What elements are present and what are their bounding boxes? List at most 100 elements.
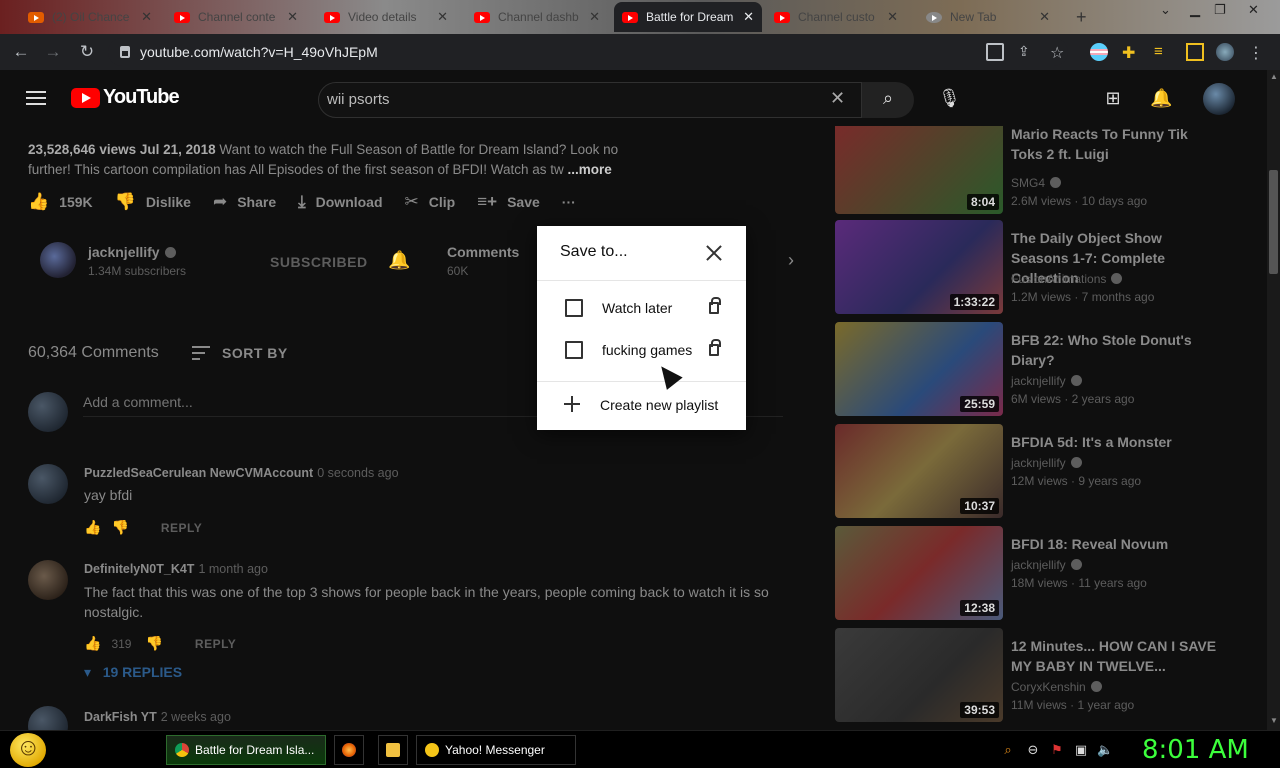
search-button[interactable]: ⌕	[862, 82, 914, 118]
related-video[interactable]: 39:53 12 Minutes... HOW CAN I SAVE MY BA…	[835, 628, 1265, 724]
youtube-logo-text[interactable]: YouTube	[103, 86, 180, 109]
checkbox[interactable]	[565, 341, 583, 359]
related-video[interactable]: 10:37 BFDIA 5d: It's a Monster jacknjell…	[835, 424, 1265, 520]
tab-close-icon[interactable]: ✕	[589, 9, 600, 25]
comment-dislike-icon[interactable]: 👎	[111, 519, 128, 536]
extension-flag-icon[interactable]	[1090, 43, 1108, 61]
sort-by-button[interactable]: SORT BY	[222, 345, 288, 361]
video-channel[interactable]: jacknjellify	[1011, 558, 1082, 572]
browser-tab-active[interactable]: Battle for Dream ✕	[614, 2, 762, 32]
side-panel-icon[interactable]	[1186, 43, 1204, 61]
comment-author[interactable]: DarkFish YT 2 weeks ago	[84, 710, 231, 724]
comment-dislike-icon[interactable]: 👎	[145, 635, 162, 652]
profile-avatar[interactable]	[1216, 43, 1234, 61]
volume-icon[interactable]: 🔈	[1097, 742, 1113, 758]
display-tray-icon[interactable]: ▣	[1073, 742, 1089, 758]
extensions-puzzle-icon[interactable]: ✚	[1122, 43, 1140, 62]
channel-name[interactable]: jacknjellify	[88, 244, 176, 260]
window-close-icon[interactable]: ✕	[1248, 2, 1259, 18]
new-tab-button[interactable]: +	[1068, 2, 1098, 32]
browser-tab[interactable]: Channel dashb ✕	[466, 2, 608, 32]
clip-button[interactable]: ✂ Clip	[405, 192, 456, 212]
page-scrollbar[interactable]: ▲ ▼	[1267, 70, 1280, 730]
scroll-up-arrow-icon[interactable]: ▲	[1270, 72, 1278, 81]
reading-list-icon[interactable]: ≡	[1154, 43, 1172, 61]
taskbar-item-explorer[interactable]	[378, 735, 408, 765]
browser-tab[interactable]: New Tab ✕	[918, 2, 1058, 32]
description-more-link[interactable]: ...more	[568, 162, 612, 177]
video-thumbnail[interactable]: 12:38	[835, 526, 1003, 620]
status-tray-icon[interactable]: ⊖	[1025, 742, 1041, 758]
browser-tab[interactable]: (2) Oil Chance ✕	[20, 2, 160, 32]
video-title[interactable]: BFDI 18: Reveal Novum	[1011, 534, 1221, 554]
comment-author[interactable]: DefinitelyN0T_K4T 1 month ago	[84, 562, 268, 576]
video-channel[interactable]: FusionAnimations	[1011, 272, 1123, 286]
save-button[interactable]: ≡+ Save	[477, 192, 540, 212]
comments-chip-label[interactable]: Comments	[447, 244, 519, 260]
video-description[interactable]: 23,528,646 views Jul 21, 2018 Want to wa…	[28, 140, 648, 180]
search-box[interactable]	[318, 82, 862, 118]
video-thumbnail[interactable]: 25:59	[835, 322, 1003, 416]
address-bar[interactable]: youtube.com/watch?v=H_49oVhJEpM	[108, 38, 1068, 66]
start-button[interactable]	[10, 733, 46, 767]
account-avatar[interactable]	[1203, 83, 1235, 115]
video-channel[interactable]: jacknjellify	[1011, 374, 1082, 388]
taskbar-item-yahoo-messenger[interactable]: Yahoo! Messenger	[416, 735, 576, 765]
video-title[interactable]: 12 Minutes... HOW CAN I SAVE MY BABY IN …	[1011, 636, 1221, 676]
video-thumbnail[interactable]: 1:33:22	[835, 220, 1003, 314]
related-video[interactable]: 1:33:22 The Daily Object Show Seasons 1-…	[835, 220, 1265, 316]
channel-avatar[interactable]	[40, 242, 76, 278]
search-clear-icon[interactable]: ✕	[830, 88, 845, 109]
restore-icon[interactable]: ❐	[1214, 2, 1226, 18]
tab-close-icon[interactable]: ✕	[1039, 9, 1050, 25]
share-button[interactable]: ➦ Share	[213, 192, 276, 212]
video-channel[interactable]: CoryxKenshin	[1011, 680, 1102, 694]
notifications-bell-icon[interactable]: 🔔	[1150, 88, 1172, 110]
back-arrow-icon[interactable]: ←	[10, 41, 32, 63]
related-video[interactable]: 8:04 Mario Reacts To Funny Tik Toks 2 ft…	[835, 126, 1265, 216]
tab-close-icon[interactable]: ✕	[743, 9, 754, 25]
comment-like-icon[interactable]: 👍	[84, 519, 101, 536]
comment-author[interactable]: PuzzledSeaCerulean NewCVMAccount 0 second…	[84, 466, 399, 480]
sort-icon[interactable]	[192, 346, 210, 360]
chevron-right-icon[interactable]: ›	[788, 250, 794, 271]
scroll-down-arrow-icon[interactable]: ▼	[1270, 716, 1278, 725]
reload-icon[interactable]: ↻	[76, 41, 98, 63]
search-input[interactable]	[327, 91, 807, 108]
flag-tray-icon[interactable]: ⚑	[1049, 742, 1065, 758]
download-button[interactable]: ⤓ Download	[298, 192, 382, 212]
video-channel[interactable]: SMG4	[1011, 176, 1062, 190]
video-thumbnail[interactable]: 8:04	[835, 126, 1003, 214]
tab-close-icon[interactable]: ✕	[141, 9, 152, 25]
view-replies-button[interactable]: ▾ 19 REPLIES	[84, 664, 182, 681]
notification-bell-icon[interactable]: 🔔	[388, 250, 410, 271]
forward-arrow-icon[interactable]: →	[42, 41, 64, 63]
subscribed-button[interactable]: SUBSCRIBED	[268, 244, 370, 280]
video-title[interactable]: BFDIA 5d: It's a Monster	[1011, 432, 1221, 452]
more-actions-button[interactable]: ···	[562, 194, 576, 210]
video-title[interactable]: BFB 22: Who Stole Donut's Diary?	[1011, 330, 1221, 370]
taskbar-item-firefox[interactable]	[334, 735, 364, 765]
video-thumbnail[interactable]: 39:53	[835, 628, 1003, 722]
tab-search-icon[interactable]: ⌄	[1160, 2, 1171, 18]
share-icon[interactable]: ⇪	[1018, 43, 1036, 61]
playlist-option[interactable]: fucking games	[537, 331, 746, 371]
url-text[interactable]: youtube.com/watch?v=H_49oVhJEpM	[140, 44, 378, 60]
comment-reply-button[interactable]: REPLY	[161, 521, 202, 535]
minimize-icon[interactable]: ▁	[1190, 2, 1200, 18]
comment-author-avatar[interactable]	[28, 560, 68, 600]
hamburger-menu-icon[interactable]	[26, 91, 46, 105]
chrome-menu-icon[interactable]: ⋮	[1248, 43, 1266, 62]
video-channel[interactable]: jacknjellify	[1011, 456, 1082, 470]
create-new-playlist-button[interactable]: Create new playlist	[537, 386, 746, 424]
create-video-icon[interactable]: ⊞	[1102, 88, 1124, 110]
tab-close-icon[interactable]: ✕	[437, 9, 448, 25]
checkbox[interactable]	[565, 299, 583, 317]
browser-tab[interactable]: Channel conte ✕	[166, 2, 306, 32]
bookmark-star-icon[interactable]: ☆	[1050, 43, 1068, 62]
video-title[interactable]: Mario Reacts To Funny Tik Toks 2 ft. Lui…	[1011, 126, 1221, 164]
microphone-icon[interactable]: 🎙	[938, 88, 961, 110]
browser-tab[interactable]: Channel custo ✕	[766, 2, 906, 32]
tab-close-icon[interactable]: ✕	[287, 9, 298, 25]
related-video[interactable]: 25:59 BFB 22: Who Stole Donut's Diary? j…	[835, 322, 1265, 418]
